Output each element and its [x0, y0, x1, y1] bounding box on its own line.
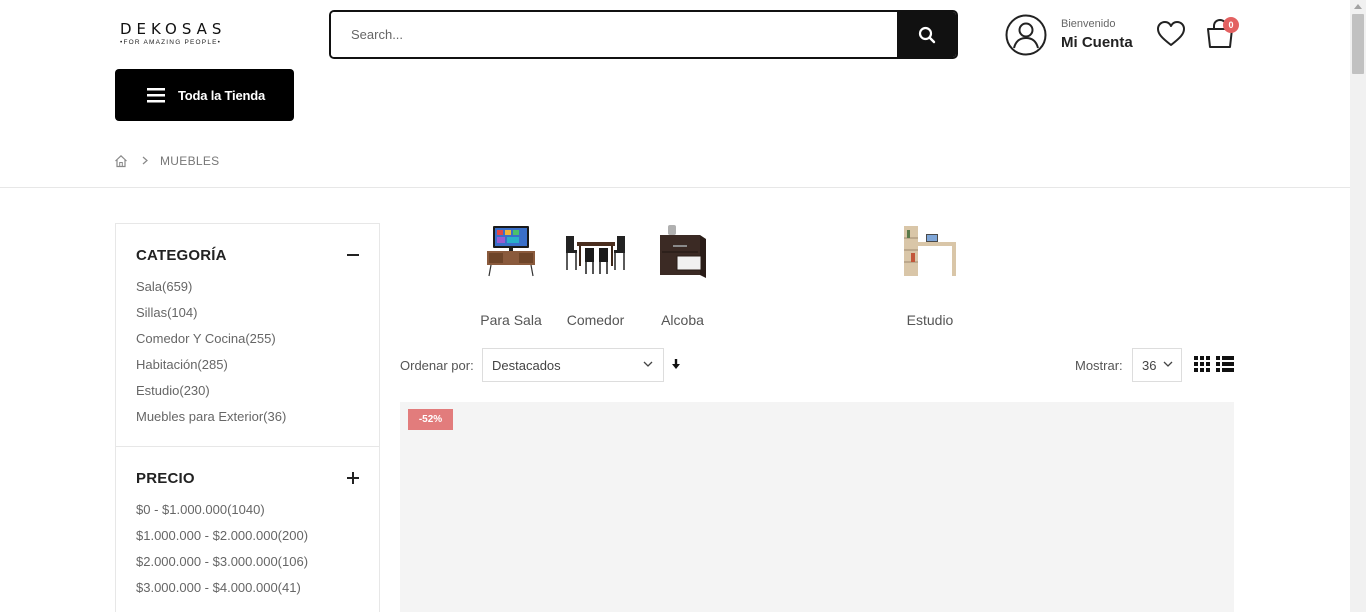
price-range-item[interactable]: $3.000.000 - $4.000.000(41) — [136, 579, 359, 605]
category-thumb-sala[interactable]: Para Sala — [480, 222, 542, 332]
account-link[interactable]: Bienvenido Mi Cuenta — [1005, 14, 1133, 56]
category-item-habitacion[interactable]: Habitación(285) — [136, 356, 359, 382]
chevron-right-icon — [142, 154, 148, 168]
category-item-sillas[interactable]: Sillas(104) — [136, 304, 359, 330]
category-widget: CATEGORÍA Sala(659) Sillas(104) Comedor … — [116, 224, 379, 447]
category-item-comedor[interactable]: Comedor Y Cocina(255) — [136, 330, 359, 356]
category-label: Comedor — [566, 312, 625, 328]
category-thumb-comedor[interactable]: Comedor — [563, 222, 628, 332]
nightstand-image — [660, 225, 706, 278]
category-item-estudio[interactable]: Estudio(230) — [136, 382, 359, 408]
all-store-label: Toda la Tienda — [178, 87, 266, 103]
price-widget: PRECIO $0 - $1.000.000(1040) $1.000.000 … — [116, 447, 379, 605]
category-label: Alcoba — [661, 312, 704, 328]
price-range-item[interactable]: $2.000.000 - $3.000.000(106) — [136, 553, 359, 579]
scrollbar-thumb[interactable] — [1352, 14, 1364, 74]
dining-set-image — [566, 236, 625, 274]
category-label: Para Sala — [480, 312, 542, 328]
category-label: Estudio — [906, 312, 954, 328]
category-thumb-alcoba[interactable]: Alcoba — [655, 222, 710, 332]
show-select[interactable]: 36 — [1132, 348, 1182, 382]
grid-view-icon[interactable] — [1194, 356, 1210, 372]
tv-stand-image — [487, 226, 535, 277]
hamburger-icon — [147, 88, 165, 103]
category-thumb-estudio[interactable]: Estudio — [900, 222, 960, 332]
header-divider — [0, 187, 1350, 188]
logo-text: DEKOSAS — [120, 20, 227, 38]
chevron-down-icon — [643, 361, 653, 367]
logo-tagline: •FOR AMAZING PEOPLE• — [120, 39, 222, 46]
show-value: 36 — [1142, 357, 1157, 373]
page-scrollbar[interactable] — [1350, 0, 1366, 612]
collapse-icon[interactable] — [347, 249, 359, 261]
sort-value: Destacados — [492, 357, 561, 373]
show-label: Mostrar: — [1075, 358, 1123, 373]
breadcrumb-current: Muebles — [160, 154, 220, 168]
sort-select[interactable]: Destacados — [482, 348, 664, 382]
home-icon[interactable] — [114, 154, 128, 168]
user-icon — [1005, 14, 1047, 56]
search-button[interactable] — [897, 12, 956, 57]
product-card[interactable]: -52% — [400, 402, 1234, 612]
all-store-button[interactable]: Toda la Tienda — [115, 69, 294, 121]
price-range-item[interactable]: $0 - $1.000.000(1040) — [136, 501, 359, 527]
cart-count-badge: 0 — [1223, 17, 1239, 33]
chevron-down-icon — [1163, 361, 1173, 367]
sort-label: Ordenar por: — [400, 358, 474, 373]
breadcrumb: Muebles — [114, 154, 219, 168]
scroll-up-icon[interactable] — [1354, 4, 1362, 9]
heart-icon[interactable] — [1156, 20, 1186, 48]
search-icon — [918, 26, 935, 43]
expand-icon[interactable] — [347, 472, 359, 484]
filter-sidebar: CATEGORÍA Sala(659) Sillas(104) Comedor … — [115, 223, 380, 612]
search-bar — [329, 10, 958, 59]
search-input[interactable] — [331, 12, 897, 57]
category-item-exterior[interactable]: Muebles para Exterior(36) — [136, 408, 359, 426]
discount-badge: -52% — [408, 409, 453, 430]
category-item-sala[interactable]: Sala(659) — [136, 278, 359, 304]
list-view-icon[interactable] — [1216, 356, 1234, 372]
account-title: Mi Cuenta — [1061, 33, 1133, 51]
price-title: PRECIO — [136, 469, 195, 487]
logo[interactable]: DEKOSAS •FOR AMAZING PEOPLE• — [118, 18, 238, 52]
account-welcome: Bienvenido — [1061, 17, 1116, 30]
category-title: CATEGORÍA — [136, 246, 227, 264]
desk-image — [904, 226, 956, 276]
price-range-item[interactable]: $1.000.000 - $2.000.000(200) — [136, 527, 359, 553]
arrow-down-icon[interactable] — [671, 358, 681, 370]
